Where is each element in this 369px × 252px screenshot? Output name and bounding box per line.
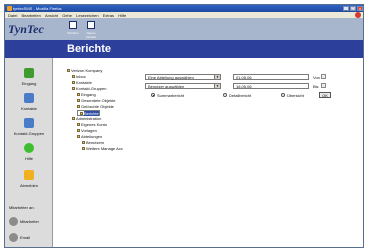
folder-icon xyxy=(77,123,80,127)
home-icon xyxy=(87,21,95,29)
help-icon xyxy=(24,143,34,153)
tree-node[interactable]: Vorlagen xyxy=(77,128,97,133)
tree-node[interactable]: Verizon Kompany xyxy=(67,68,102,73)
folder-icon xyxy=(77,135,80,139)
logout-icon xyxy=(24,170,34,180)
user-icon xyxy=(9,217,18,226)
sidebar-item-abmelden[interactable]: Abmelden xyxy=(5,168,53,194)
radio-summarbericht[interactable] xyxy=(151,93,155,97)
radio-detailbericht-label: Detailbericht xyxy=(229,93,252,98)
mitarbeiter-user-label: Mitarbeiter xyxy=(20,219,39,224)
mitarbeiter-label: Mitarbeiter an: xyxy=(9,205,35,210)
window-title: tyntecSMS - Mozilla Firefox xyxy=(13,6,62,11)
tyntec-logo: TynTec xyxy=(8,22,44,36)
app-header: TynTec Drucken Neues Fenster xyxy=(5,18,363,40)
sidebar-item-label: Kontakte xyxy=(21,106,37,111)
tree-node[interactable]: Benutzern xyxy=(82,140,104,145)
folder-icon xyxy=(82,141,85,145)
firefox-icon xyxy=(7,6,12,11)
calendar-to-button[interactable] xyxy=(321,83,326,88)
folder-icon xyxy=(77,93,80,97)
radio-summarbericht-label: Summarbericht xyxy=(157,93,185,98)
tree-node[interactable]: Eingang xyxy=(77,92,96,97)
mitarbeiter-user-link[interactable]: Mitarbeiter xyxy=(9,216,53,228)
tree-node[interactable]: Kontakt-Gruppen xyxy=(72,86,106,91)
folder-icon xyxy=(80,112,83,116)
page-title-bar: Berichte xyxy=(5,40,363,58)
sidebar-item-hilfe[interactable]: Hilfe xyxy=(5,141,53,167)
radio-uebersicht[interactable] xyxy=(281,93,285,97)
printer-icon xyxy=(69,21,77,29)
tree-node[interactable]: Inbox xyxy=(72,74,86,79)
browser-window: tyntecSMS - Mozilla Firefox _ □ x Datei … xyxy=(4,4,364,248)
tree-node[interactable]: Administration xyxy=(72,116,101,121)
radio-detailbericht[interactable] xyxy=(223,93,227,97)
ok-button[interactable]: OK xyxy=(319,92,331,98)
user-select-value: Benutzer auswählen xyxy=(148,84,185,89)
sidebar: Eingang Kontakte Kontakt-Gruppen Hilfe A… xyxy=(5,58,53,247)
mitarbeiter-email-label: Email xyxy=(20,235,31,240)
groups-icon xyxy=(24,118,34,128)
main-content: Verizon Kompany Inbox Kontakte Kontakt-G… xyxy=(53,58,363,247)
calendar-from-button[interactable] xyxy=(321,74,326,79)
minimize-button[interactable]: _ xyxy=(343,6,349,11)
folder-icon xyxy=(72,87,75,91)
maximize-button[interactable]: □ xyxy=(350,6,356,11)
tree-node[interactable]: Abteilungen xyxy=(77,134,102,139)
folder-icon xyxy=(72,81,75,85)
email-icon xyxy=(9,233,18,242)
close-button[interactable]: x xyxy=(357,6,363,11)
sidebar-item-label: Kontakt-Gruppen xyxy=(13,131,45,136)
chevron-down-icon: ▼ xyxy=(214,75,220,79)
sidebar-item-label: Abmelden xyxy=(19,183,38,188)
tree-node[interactable]: Gesendete Objekte xyxy=(77,98,115,103)
from-label: Von xyxy=(313,75,320,80)
mitarbeiter-email-link[interactable]: Email xyxy=(9,232,53,244)
new-window-button[interactable]: Neues Fenster xyxy=(83,20,99,39)
to-date-input[interactable]: 16.05.06 xyxy=(233,83,309,89)
chevron-down-icon: ▼ xyxy=(214,84,220,88)
new-window-button-label: Neues Fenster xyxy=(85,31,97,39)
sidebar-item-label: Eingang xyxy=(21,81,37,86)
sidebar-item-eingang[interactable]: Eingang xyxy=(5,66,53,92)
folder-icon xyxy=(72,117,75,121)
tree-node[interactable]: Kontakte xyxy=(72,80,92,85)
from-date-input[interactable]: 01.05.06 xyxy=(233,74,309,80)
user-select[interactable]: Benutzer auswählen ▼ xyxy=(145,83,221,89)
title-bar: tyntecSMS - Mozilla Firefox _ □ x xyxy=(5,5,363,12)
tree-node[interactable]: Weitere Manage Acc xyxy=(82,146,123,151)
folder-icon xyxy=(72,75,75,79)
tree-node[interactable]: Gelöschte Objekte xyxy=(77,104,114,109)
inbox-icon xyxy=(24,68,34,78)
sidebar-item-kontakt-gruppen[interactable]: Kontakt-Gruppen xyxy=(5,116,53,142)
to-label: Bis xyxy=(313,84,319,89)
folder-icon xyxy=(82,147,85,151)
folder-icon xyxy=(67,69,70,73)
radio-uebersicht-label: Übersicht xyxy=(287,93,304,98)
folder-icon xyxy=(77,129,80,133)
department-select-value: Eine Abteilung auswählen xyxy=(148,75,194,80)
print-button-label: Drucken xyxy=(67,31,79,35)
page-title: Berichte xyxy=(67,43,112,55)
department-select[interactable]: Eine Abteilung auswählen ▼ xyxy=(145,74,221,80)
sidebar-item-label: Hilfe xyxy=(24,156,33,161)
folder-icon xyxy=(77,105,80,109)
tree-node[interactable]: Eigenes Konto xyxy=(77,122,107,127)
print-button[interactable]: Drucken xyxy=(65,20,81,37)
folder-icon xyxy=(77,99,80,103)
contacts-icon xyxy=(24,93,34,103)
sidebar-item-kontakte[interactable]: Kontakte xyxy=(5,91,53,117)
